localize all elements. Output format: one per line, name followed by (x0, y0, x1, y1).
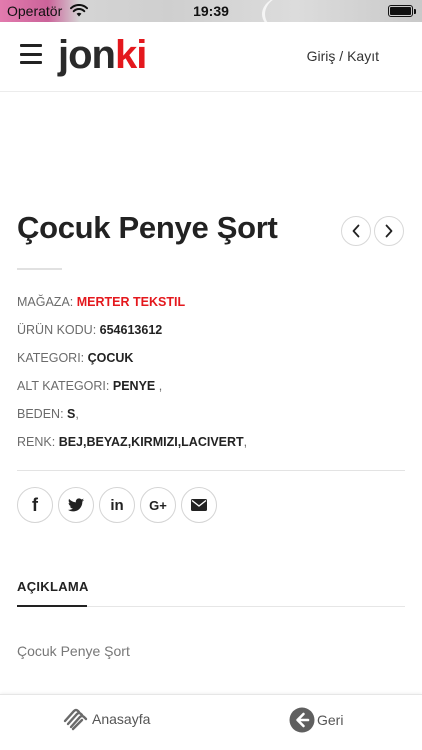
facebook-icon: f (32, 495, 38, 515)
product-description: Çocuk Penye Şort (17, 643, 130, 659)
store-link[interactable]: MERTER TEKSTIL (77, 295, 185, 309)
size-label: BEDEN: (17, 407, 64, 421)
tab-description[interactable]: AÇIKLAMA (17, 579, 89, 594)
back-button[interactable]: Geri (289, 707, 343, 733)
home-logo-icon (63, 708, 88, 731)
logo-text-left: jon (58, 33, 116, 77)
home-button[interactable]: Anasayfa (62, 707, 150, 731)
store-label: MAĞAZA: (17, 295, 74, 309)
size-row: BEDEN: S, (17, 407, 79, 421)
login-register-link[interactable]: Giriş / Kayıt (307, 48, 379, 64)
chevron-left-icon (352, 224, 360, 238)
twitter-icon (68, 498, 84, 512)
google-plus-icon: G+ (149, 497, 167, 513)
bottom-navigation: Anasayfa Geri (0, 694, 422, 750)
back-label: Geri (317, 712, 344, 728)
color-row: RENK: BEJ,BEYAZ,KIRMIZI,LACIVERT, (17, 435, 247, 449)
color-label: RENK: (17, 435, 56, 449)
share-facebook-button[interactable]: f (17, 487, 53, 523)
product-code-value: 654613612 (99, 323, 163, 337)
home-label: Anasayfa (92, 711, 151, 727)
back-arrow-icon (289, 707, 315, 733)
active-tab-indicator (17, 605, 87, 607)
menu-icon[interactable] (20, 44, 42, 64)
color-value: BEJ,BEYAZ,KIRMIZI,LACIVERT (58, 435, 244, 449)
email-icon (191, 499, 207, 511)
subcategory-row: ALT KATEGORI: PENYE , (17, 379, 162, 393)
battery-icon (388, 5, 416, 17)
logo-text-right: ki (114, 33, 147, 77)
chevron-right-icon (385, 224, 393, 238)
product-title: Çocuk Penye Şort (17, 210, 278, 245)
linkedin-icon: in (110, 496, 124, 514)
app-header: jonki Giriş / Kayıt (0, 22, 422, 92)
share-twitter-button[interactable] (58, 487, 94, 523)
share-linkedin-button[interactable]: in (99, 487, 135, 523)
status-bar: Operatör 19:39 (0, 0, 422, 22)
clock: 19:39 (193, 3, 229, 19)
product-code-label: ÜRÜN KODU: (17, 323, 97, 337)
subcategory-label: ALT KATEGORI: (17, 379, 110, 393)
next-product-button[interactable] (374, 216, 404, 246)
category-label: KATEGORI: (17, 351, 85, 365)
share-google-plus-button[interactable]: G+ (140, 487, 176, 523)
product-code-row: ÜRÜN KODU: 654613612 (17, 323, 162, 337)
meta-divider (17, 470, 405, 471)
previous-product-button[interactable] (341, 216, 371, 246)
subcategory-link[interactable]: PENYE (113, 379, 155, 393)
share-email-button[interactable] (181, 487, 217, 523)
size-separator: , (75, 407, 79, 421)
category-row: KATEGORI: ÇOCUK (17, 351, 133, 365)
jonki-logo[interactable]: jonki (58, 32, 147, 78)
subcategory-separator: , (155, 379, 163, 393)
category-link[interactable]: ÇOCUK (88, 351, 134, 365)
title-divider (17, 268, 62, 270)
store-row: MAĞAZA: MERTER TEKSTIL (17, 295, 185, 309)
color-separator: , (243, 435, 248, 449)
